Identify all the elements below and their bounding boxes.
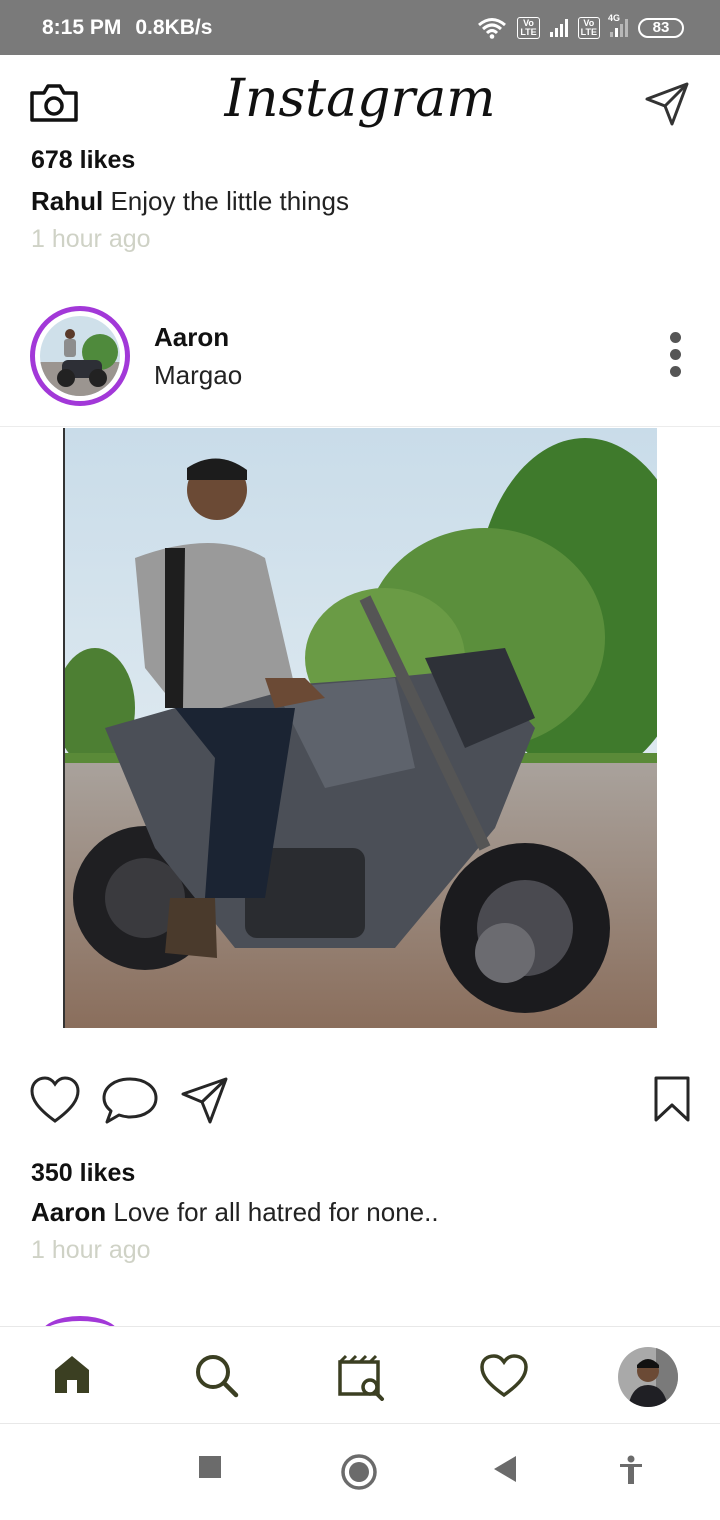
volte-badge-1: Vo LTE [517, 16, 540, 39]
recents-square-icon[interactable] [198, 1455, 222, 1479]
app-header: Instagram [0, 55, 720, 155]
bottom-nav [0, 1326, 720, 1424]
share-icon[interactable] [180, 1075, 230, 1125]
more-vertical-icon[interactable] [664, 332, 686, 384]
search-icon[interactable] [194, 1353, 240, 1399]
post-username[interactable]: Aaron [154, 322, 229, 353]
post-location[interactable]: Margao [154, 360, 242, 391]
back-triangle-icon[interactable] [492, 1455, 518, 1483]
network-4g-label: 4G [608, 12, 621, 23]
battery-indicator: 83 [638, 17, 684, 38]
activity-heart-icon[interactable] [478, 1353, 530, 1399]
status-time: 8:15 PM [42, 15, 122, 39]
wifi-icon [478, 17, 507, 39]
post-caption: Aaron Love for all hatred for none.. [31, 1197, 439, 1228]
post-likes: 350 likes [31, 1159, 136, 1187]
bookmark-icon[interactable] [653, 1075, 691, 1123]
status-bar: 8:15 PM 0.8KB/s Vo LTE Vo LTE 4G 83 [0, 0, 720, 55]
paper-plane-icon[interactable] [644, 81, 690, 127]
post-actions [0, 1075, 720, 1135]
post-time: 1 hour ago [31, 1236, 151, 1264]
previous-post-caption: Rahul Enjoy the little things [31, 186, 349, 217]
network-speed: 0.8KB/s [135, 15, 213, 39]
post-header: Aaron Margao [0, 300, 720, 427]
signal-icon-1 [549, 18, 568, 37]
reels-search-icon[interactable] [336, 1353, 386, 1401]
home-icon[interactable] [52, 1353, 92, 1395]
status-left: 8:15 PM 0.8KB/s [42, 0, 212, 55]
post-image[interactable] [63, 428, 657, 1028]
instagram-logo: Instagram [224, 69, 496, 129]
profile-avatar[interactable] [618, 1347, 678, 1407]
previous-post-time: 1 hour ago [31, 225, 151, 253]
caption-text: Enjoy the little things [110, 186, 349, 216]
previous-post-likes: 678 likes [31, 146, 136, 174]
signal-icon-2: 4G [608, 13, 628, 37]
volte-badge-2: Vo LTE [577, 16, 600, 39]
status-right: Vo LTE Vo LTE 4G 83 [477, 0, 684, 55]
caption-text: Love for all hatred for none.. [113, 1197, 439, 1227]
accessibility-icon[interactable] [618, 1455, 644, 1485]
home-circle-icon[interactable] [340, 1453, 378, 1491]
caption-username[interactable]: Aaron [31, 1197, 106, 1227]
avatar-image [40, 316, 120, 396]
caption-username[interactable]: Rahul [31, 186, 103, 216]
post-avatar[interactable] [30, 306, 130, 406]
comment-icon[interactable] [102, 1075, 158, 1127]
system-nav-bar [0, 1425, 720, 1520]
heart-icon[interactable] [29, 1075, 81, 1127]
